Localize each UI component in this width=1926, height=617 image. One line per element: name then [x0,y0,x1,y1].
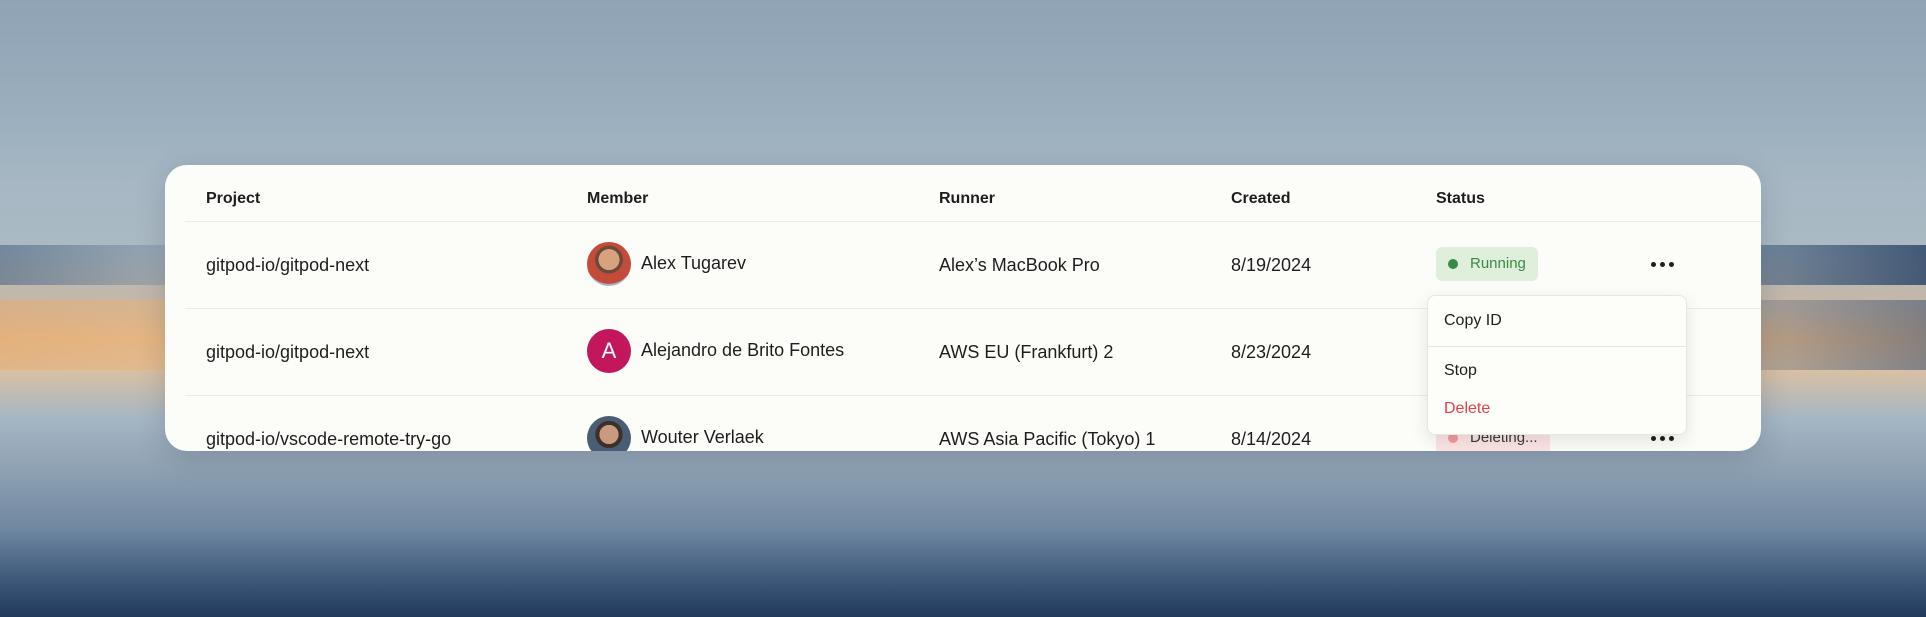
project-cell: gitpod-io/gitpod-next [206,342,370,362]
row-actions-menu: Copy ID Stop Delete [1427,295,1687,435]
header-created: Created [1231,190,1291,207]
status-label: Running [1470,255,1526,272]
header-project: Project [206,190,261,207]
runner-cell: AWS Asia Pacific (Tokyo) 1 [939,429,1156,449]
menu-divider [1428,346,1686,347]
member-name: Wouter Verlaek [641,427,764,447]
header-status: Status [1436,190,1485,207]
created-cell: 8/19/2024 [1231,255,1312,275]
avatar [587,416,631,451]
project-cell: gitpod-io/vscode-remote-try-go [206,429,452,449]
stop-menu-item[interactable]: Stop [1444,362,1477,380]
runner-cell: Alex’s MacBook Pro [939,255,1100,275]
more-options-icon[interactable] [1650,252,1678,276]
created-cell: 8/23/2024 [1231,342,1312,362]
status-badge: Running [1436,247,1538,281]
member-name: Alejandro de Brito Fontes [641,340,845,360]
delete-menu-item[interactable]: Delete [1444,400,1490,418]
header-member: Member [587,190,649,207]
member-name: Alex Tugarev [641,253,747,273]
created-cell: 8/14/2024 [1231,429,1312,449]
project-cell: gitpod-io/gitpod-next [206,255,370,275]
runner-cell: AWS EU (Frankfurt) 2 [939,342,1114,362]
copy-id-menu-item[interactable]: Copy ID [1444,312,1502,330]
table-header: Project Member Runner Created Status [185,165,1761,222]
avatar: A [587,329,631,373]
avatar [587,242,631,286]
status-dot-icon [1448,259,1458,269]
header-runner: Runner [939,190,995,207]
